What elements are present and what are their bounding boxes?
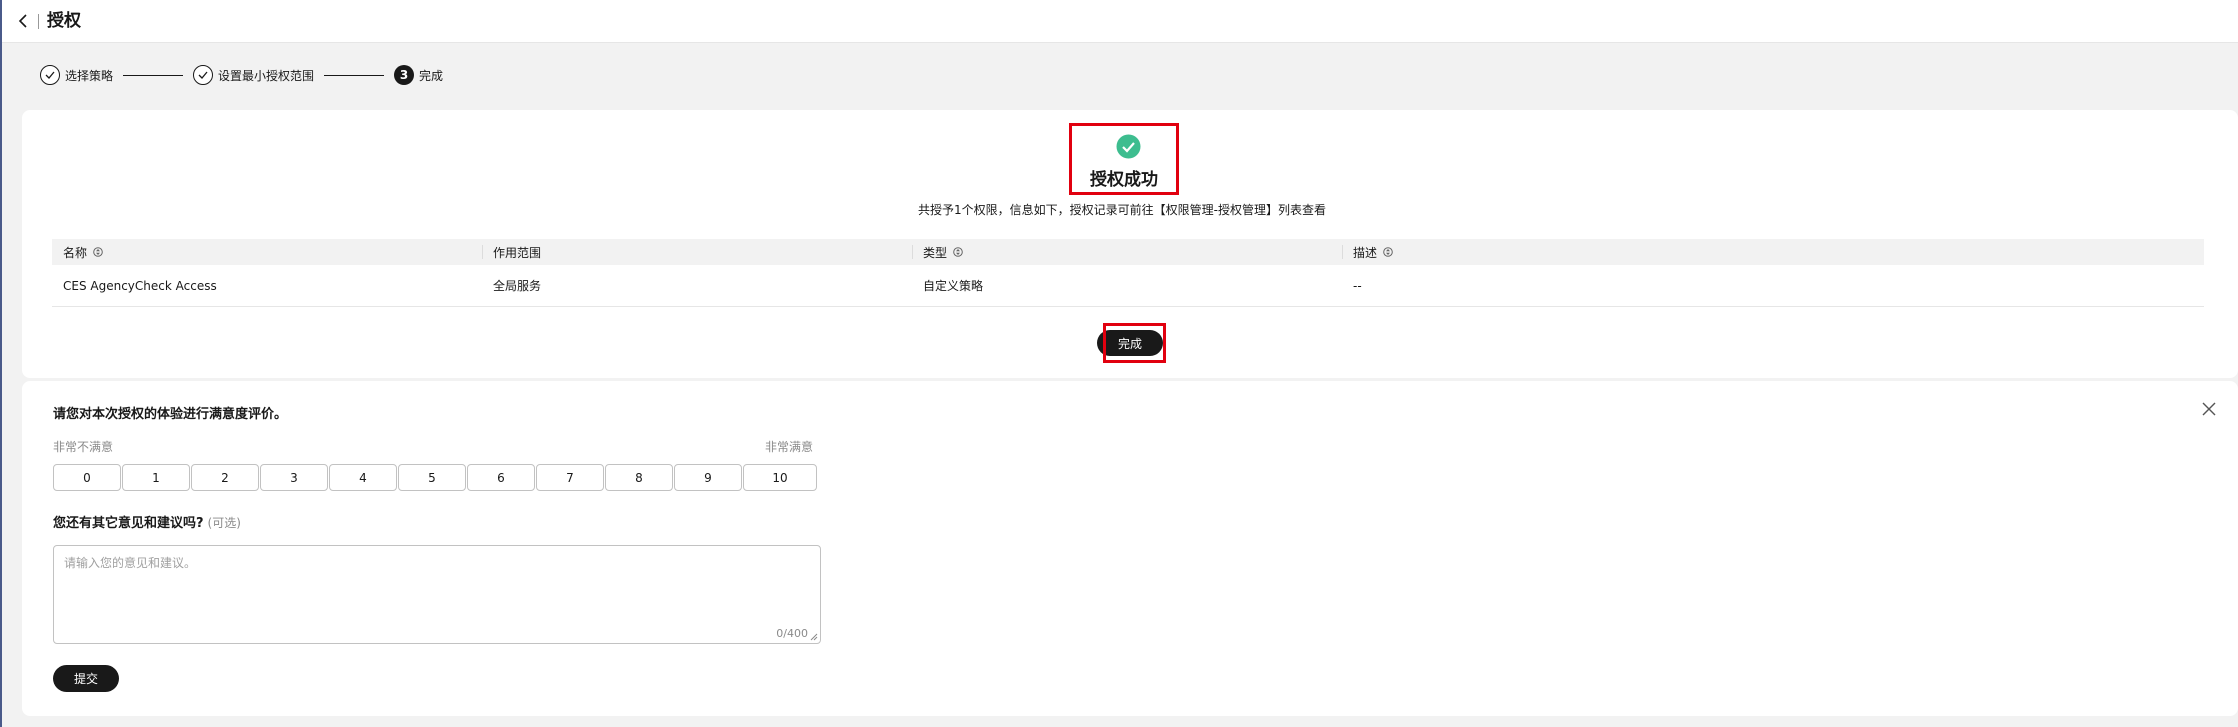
rating-option-6[interactable]: 6 xyxy=(467,464,535,491)
rating-option-7[interactable]: 7 xyxy=(536,464,604,491)
step-complete: 3 完成 xyxy=(394,65,443,85)
cell-type: 自定义策略 xyxy=(923,279,984,293)
column-name[interactable]: 名称 xyxy=(52,239,482,265)
step-select-policy: 选择策略 xyxy=(40,65,113,85)
scale-high-label: 非常满意 xyxy=(765,440,814,454)
stepper: 选择策略 设置最小授权范围 3 完成 xyxy=(40,64,443,86)
permissions-table: 名称 作用范围 类型 描述 CES AgencyCheck Access 全局服… xyxy=(52,239,2204,307)
rating-option-0[interactable]: 0 xyxy=(53,464,121,491)
success-title: 授权成功 xyxy=(1090,170,1158,190)
feedback-label: 您还有其它意见和建议吗? (可选) xyxy=(53,516,241,531)
page-title: 授权 xyxy=(47,11,81,31)
chevron-left-icon[interactable] xyxy=(17,13,31,29)
cell-scope: 全局服务 xyxy=(493,279,542,293)
step-label: 设置最小授权范围 xyxy=(218,68,315,83)
submit-button[interactable]: 提交 xyxy=(53,665,119,692)
sort-icon[interactable] xyxy=(93,246,103,258)
check-circle-icon xyxy=(1116,134,1141,159)
check-icon xyxy=(40,65,60,85)
step-label: 选择策略 xyxy=(65,68,114,83)
header-divider xyxy=(38,14,39,29)
rating-option-3[interactable]: 3 xyxy=(260,464,328,491)
step-connector xyxy=(324,74,385,76)
rating-option-9[interactable]: 9 xyxy=(674,464,742,491)
table-header: 名称 作用范围 类型 描述 xyxy=(52,239,2204,265)
step-connector xyxy=(123,74,184,76)
feedback-field: 0/400 xyxy=(53,545,821,644)
check-icon xyxy=(193,65,214,85)
resize-grip-icon[interactable] xyxy=(810,633,818,641)
column-scope: 作用范围 xyxy=(482,239,912,265)
done-highlight xyxy=(1103,323,1166,363)
column-type[interactable]: 类型 xyxy=(912,239,1342,265)
cell-description: -- xyxy=(1353,278,1362,293)
step-label: 完成 xyxy=(419,68,444,83)
rating-option-5[interactable]: 5 xyxy=(398,464,466,491)
page-header: 授权 xyxy=(2,0,2238,43)
rating-option-8[interactable]: 8 xyxy=(605,464,673,491)
column-description[interactable]: 描述 xyxy=(1342,239,2204,265)
close-icon[interactable] xyxy=(2202,402,2216,416)
table-row: CES AgencyCheck Access 全局服务 自定义策略 -- xyxy=(52,265,2204,307)
feedback-input[interactable] xyxy=(54,546,820,643)
scale-low-label: 非常不满意 xyxy=(53,440,114,454)
sort-icon[interactable] xyxy=(953,246,963,258)
step-number: 3 xyxy=(394,65,415,85)
sort-icon[interactable] xyxy=(1383,246,1393,258)
rating-option-4[interactable]: 4 xyxy=(329,464,397,491)
rating-scale: 0 1 2 3 4 5 6 7 8 9 10 xyxy=(53,464,817,491)
cell-name: CES AgencyCheck Access xyxy=(63,278,217,293)
survey-title: 请您对本次授权的体验进行满意度评价。 xyxy=(53,407,288,422)
step-min-scope: 设置最小授权范围 xyxy=(193,65,314,85)
rating-option-2[interactable]: 2 xyxy=(191,464,259,491)
rating-option-10[interactable]: 10 xyxy=(743,464,817,491)
left-edge xyxy=(0,0,2,727)
char-counter: 0/400 xyxy=(776,627,808,640)
success-description: 共授予1个权限，信息如下，授权记录可前往【权限管理-授权管理】列表查看 xyxy=(918,203,1326,217)
optional-tag: (可选) xyxy=(207,516,241,530)
rating-option-1[interactable]: 1 xyxy=(122,464,190,491)
